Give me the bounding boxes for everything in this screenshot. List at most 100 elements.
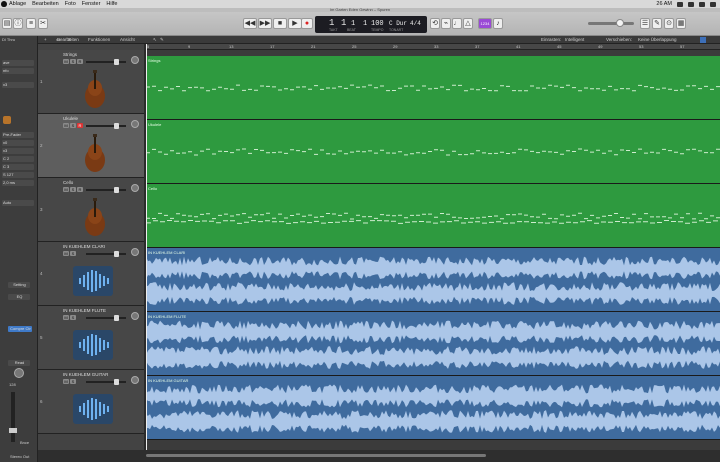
playhead[interactable]: [146, 44, 147, 450]
automation-mode[interactable]: Auto: [2, 200, 34, 206]
loop-browser-button[interactable]: ⊙: [664, 18, 674, 29]
menu-ablage[interactable]: Ablage: [9, 1, 26, 7]
arrange-area[interactable]: Strings Ukulele Cello IN KUEHLEM CLARI IN KU…: [146, 50, 720, 450]
master-volume-slider[interactable]: [588, 19, 634, 27]
mute-button[interactable]: M: [63, 59, 69, 64]
cycle-button[interactable]: ⟲: [430, 18, 440, 29]
track-header[interactable]: 3 Cello M S R: [38, 178, 144, 242]
volume-fader-handle[interactable]: [9, 428, 17, 433]
pan-knob[interactable]: [14, 368, 24, 378]
automation-read[interactable]: Read: [8, 360, 30, 366]
track-volume-slider[interactable]: [86, 315, 126, 321]
inspector-field[interactable]: x3: [2, 82, 34, 88]
wifi-icon[interactable]: [677, 1, 683, 7]
mute-button[interactable]: M: [63, 187, 69, 192]
track-volume-slider[interactable]: [86, 379, 126, 385]
track-pan-knob[interactable]: [131, 248, 139, 256]
play-button[interactable]: ▶: [288, 18, 302, 29]
track-name[interactable]: Ukulele: [63, 116, 78, 121]
inspector-button[interactable]: ⓘ: [13, 18, 23, 29]
mute-button[interactable]: M: [63, 251, 69, 256]
menu-functions[interactable]: Funktionen: [88, 37, 110, 43]
menu-hilfe[interactable]: Hilfe: [106, 1, 117, 7]
solo-button[interactable]: S: [70, 59, 76, 64]
tempo-button[interactable]: ♪: [493, 18, 503, 29]
track-name[interactable]: Cello: [63, 180, 73, 185]
mute-button[interactable]: M: [63, 379, 69, 384]
inspector-field[interactable]: C 2: [2, 156, 34, 162]
inspector-field[interactable]: x0: [2, 140, 34, 146]
inspector-field[interactable]: C 3: [2, 164, 34, 170]
snap-select[interactable]: Intelligent: [565, 37, 584, 43]
bounce-label[interactable]: Bnce: [20, 440, 29, 446]
forward-button[interactable]: ▶▶: [258, 18, 272, 29]
track-name[interactable]: IN KUEHLEM GUITAR: [63, 372, 108, 377]
library-button[interactable]: ▤: [2, 18, 12, 29]
solo-button[interactable]: S: [70, 123, 76, 128]
track-header[interactable]: 4 IN KUEHLEM CLARI M S: [38, 242, 144, 306]
add-track-icon[interactable]: +: [44, 37, 47, 43]
region-audio[interactable]: IN KUEHLEM FLUTE: [146, 312, 720, 376]
browser-button[interactable]: ▦: [676, 18, 686, 29]
menu-view[interactable]: Ansicht: [120, 37, 135, 43]
zoom-toggle-icon[interactable]: [700, 37, 706, 43]
menu-bearbeiten[interactable]: Bearbeiten: [32, 1, 59, 7]
track-name[interactable]: IN KUEHLEM CLARI: [63, 244, 105, 249]
list-editor-button[interactable]: ☰: [640, 18, 650, 29]
search-icon[interactable]: [699, 1, 705, 7]
record-enable-button[interactable]: R: [77, 123, 83, 128]
tuner-button[interactable]: ⌁: [441, 18, 451, 29]
track-header[interactable]: 2 Ukulele M S R: [38, 114, 144, 178]
solo-button[interactable]: S: [70, 251, 76, 256]
record-enable-button[interactable]: R: [77, 187, 83, 192]
inspector-field[interactable]: S 127: [2, 172, 34, 178]
track-header[interactable]: 1 Strings M S R: [38, 50, 144, 114]
inspector-field[interactable]: ave: [2, 60, 34, 66]
track-pan-knob[interactable]: [131, 184, 139, 192]
menu-list-icon[interactable]: [710, 1, 716, 7]
drag-select[interactable]: Keine Überlappung: [638, 37, 677, 43]
volume-fader-track[interactable]: [11, 392, 15, 442]
region-audio[interactable]: IN KUEHLEM GUITAR: [146, 376, 720, 440]
notes-button[interactable]: ✎: [652, 18, 662, 29]
apple-icon[interactable]: [1, 1, 7, 7]
menu-foto[interactable]: Foto: [65, 1, 76, 7]
region-midi[interactable]: Strings: [146, 56, 720, 120]
solo-button[interactable]: S: [70, 315, 76, 320]
track-pan-knob[interactable]: [131, 376, 139, 384]
track-name[interactable]: IN KUEHLEM FLUTE: [63, 308, 106, 313]
track-volume-slider[interactable]: [86, 187, 126, 193]
stop-button[interactable]: ■: [273, 18, 287, 29]
horizontal-scrollbar[interactable]: [146, 454, 486, 457]
mute-button[interactable]: M: [63, 123, 69, 128]
pointer-tool-icon[interactable]: ↖: [153, 37, 157, 43]
volume-knob[interactable]: [616, 19, 624, 27]
inspector-field[interactable]: 2,0 ms: [2, 180, 34, 186]
rewind-button[interactable]: ◀◀: [243, 18, 257, 29]
track-volume-slider[interactable]: [86, 123, 126, 129]
track-pan-knob[interactable]: [131, 56, 139, 64]
track-pan-knob[interactable]: [131, 120, 139, 128]
menu-edit[interactable]: Bearbeiten: [57, 37, 79, 43]
metronome-button[interactable]: △: [463, 18, 473, 29]
pencil-tool-icon[interactable]: ✎: [160, 37, 164, 43]
region-audio[interactable]: IN KUEHLEM CLARI: [146, 248, 720, 312]
lcd-display[interactable]: 1 1 1 1 100 C Dur 4/4 TAKT BEAT TEMPO TO…: [315, 16, 427, 33]
inspector-field[interactable]: nfo: [2, 68, 34, 74]
mixer-button[interactable]: ≡: [26, 18, 36, 29]
track-header[interactable]: 6 IN KUEHLEM GUITAR M S: [38, 370, 144, 434]
count-in-button[interactable]: ♩: [452, 18, 462, 29]
solo-button[interactable]: S: [70, 187, 76, 192]
mute-button[interactable]: M: [63, 315, 69, 320]
inspector-field[interactable]: x3: [2, 148, 34, 154]
region-midi[interactable]: Cello: [146, 184, 720, 248]
solo-button[interactable]: S: [70, 379, 76, 384]
battery-icon[interactable]: [688, 1, 694, 7]
inspector-field[interactable]: Pre-Fader: [2, 132, 34, 138]
setting-button[interactable]: Setting: [8, 282, 30, 288]
track-volume-slider[interactable]: [86, 59, 126, 65]
region-midi[interactable]: Ukulele: [146, 120, 720, 184]
record-button[interactable]: ●: [301, 18, 313, 29]
menu-fenster[interactable]: Fenster: [82, 1, 101, 7]
compressor-plugin[interactable]: Compre Ctr: [8, 326, 32, 332]
